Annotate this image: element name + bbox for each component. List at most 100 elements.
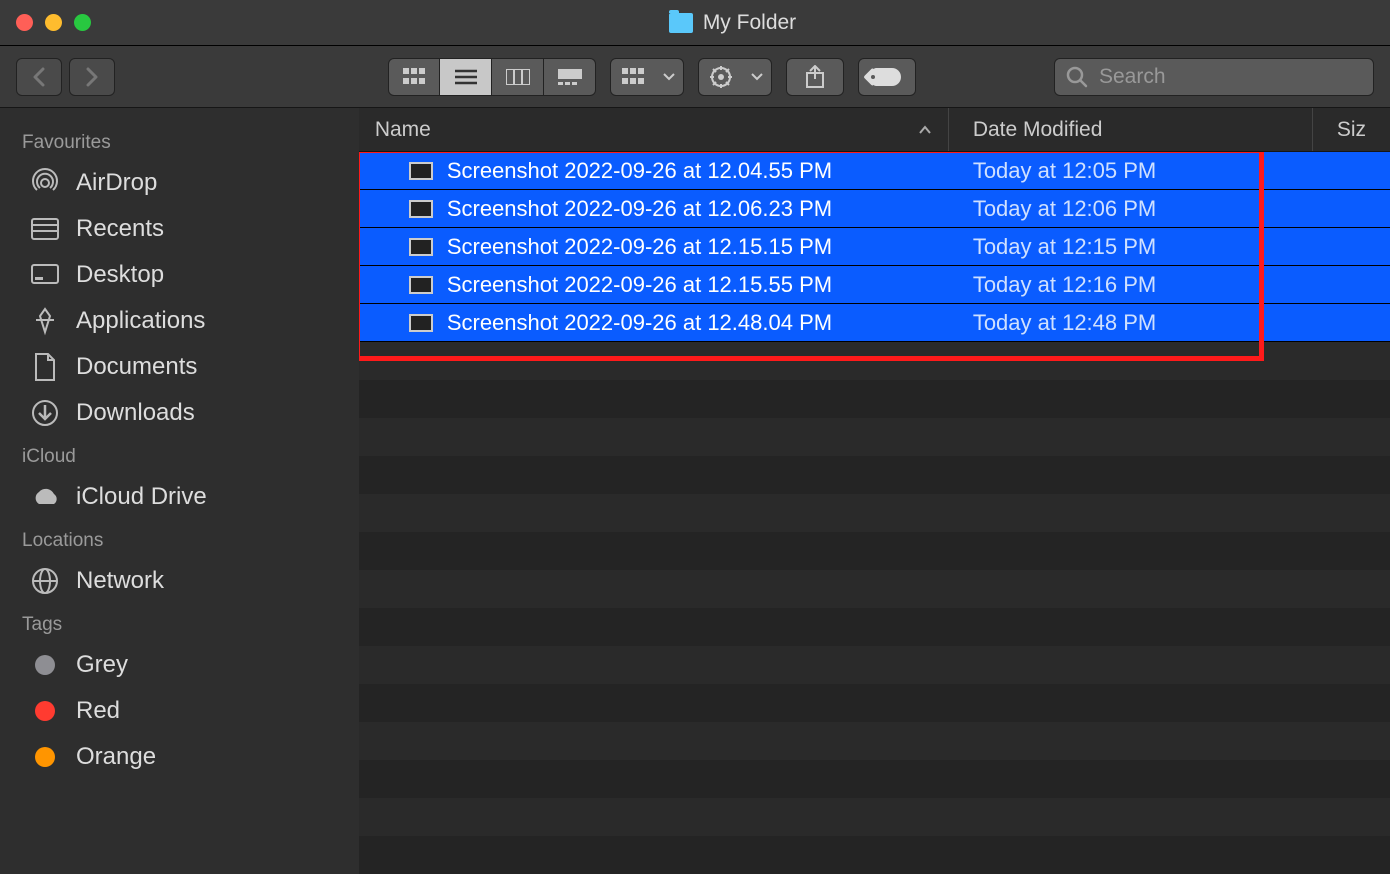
chevron-down-icon <box>743 59 771 95</box>
column-size-label: Siz <box>1337 118 1366 142</box>
file-name: Screenshot 2022-09-26 at 12.48.04 PM <box>447 310 832 336</box>
sidebar-item-recents[interactable]: Recents <box>0 206 359 252</box>
tag-icon <box>873 68 901 86</box>
file-row[interactable]: Screenshot 2022-09-26 at 12.48.04 PM Toda… <box>359 304 1390 342</box>
file-name: Screenshot 2022-09-26 at 12.06.23 PM <box>447 196 832 222</box>
column-headers: Name Date Modified Siz <box>359 108 1390 152</box>
back-button[interactable] <box>16 58 62 96</box>
sidebar-item-network[interactable]: Network <box>0 558 359 604</box>
file-date: Today at 12:16 PM <box>949 272 1313 298</box>
file-date: Today at 12:06 PM <box>949 196 1313 222</box>
empty-row <box>359 836 1390 874</box>
window-title: My Folder <box>703 11 796 35</box>
tag-dot-icon <box>30 742 60 772</box>
recents-icon <box>30 214 60 244</box>
sidebar-item-label: Recents <box>76 215 164 243</box>
downloads-icon <box>30 398 60 428</box>
file-row[interactable]: Screenshot 2022-09-26 at 12.04.55 PM Toda… <box>359 152 1390 190</box>
sidebar-item-applications[interactable]: Applications <box>0 298 359 344</box>
sidebar-item-desktop[interactable]: Desktop <box>0 252 359 298</box>
file-thumbnail-icon <box>409 314 433 332</box>
empty-row <box>359 608 1390 646</box>
sidebar-item-label: iCloud Drive <box>76 483 207 511</box>
sidebar-item-tag-orange[interactable]: Orange <box>0 734 359 780</box>
file-row[interactable]: Screenshot 2022-09-26 at 12.15.55 PM Toda… <box>359 266 1390 304</box>
window-controls <box>16 14 91 31</box>
empty-row <box>359 798 1390 836</box>
documents-icon <box>30 352 60 382</box>
airdrop-icon <box>30 168 60 198</box>
applications-icon <box>30 306 60 336</box>
nav-buttons <box>16 58 115 96</box>
file-date: Today at 12:05 PM <box>949 158 1313 184</box>
empty-row <box>359 570 1390 608</box>
chevron-down-icon <box>655 59 683 95</box>
sidebar-item-downloads[interactable]: Downloads <box>0 390 359 436</box>
sidebar: Favourites AirDrop Recents Desktop Appli… <box>0 108 359 874</box>
sort-ascending-icon <box>918 125 932 135</box>
gallery-view-button[interactable] <box>544 58 596 96</box>
empty-row <box>359 380 1390 418</box>
empty-row <box>359 456 1390 494</box>
toolbar <box>0 46 1390 108</box>
sidebar-item-airdrop[interactable]: AirDrop <box>0 160 359 206</box>
maximize-window-button[interactable] <box>74 14 91 31</box>
empty-row <box>359 684 1390 722</box>
sidebar-item-label: AirDrop <box>76 169 157 197</box>
sidebar-item-label: Documents <box>76 353 197 381</box>
file-row[interactable]: Screenshot 2022-09-26 at 12.15.15 PM Toda… <box>359 228 1390 266</box>
sidebar-item-tag-grey[interactable]: Grey <box>0 642 359 688</box>
search-field-wrap <box>1054 58 1374 96</box>
column-date-label: Date Modified <box>973 118 1103 142</box>
file-name: Screenshot 2022-09-26 at 12.04.55 PM <box>447 158 832 184</box>
sidebar-item-label: Orange <box>76 743 156 771</box>
file-thumbnail-icon <box>409 238 433 256</box>
sidebar-item-tag-red[interactable]: Red <box>0 688 359 734</box>
file-thumbnail-icon <box>409 276 433 294</box>
empty-row <box>359 722 1390 760</box>
file-name: Screenshot 2022-09-26 at 12.15.15 PM <box>447 234 832 260</box>
file-row[interactable]: Screenshot 2022-09-26 at 12.06.23 PM Toda… <box>359 190 1390 228</box>
action-button[interactable] <box>698 58 772 96</box>
tag-dot-icon <box>30 696 60 726</box>
file-date: Today at 12:15 PM <box>949 234 1313 260</box>
file-name: Screenshot 2022-09-26 at 12.15.55 PM <box>447 272 832 298</box>
minimize-window-button[interactable] <box>45 14 62 31</box>
sidebar-item-icloud-drive[interactable]: iCloud Drive <box>0 474 359 520</box>
sidebar-item-documents[interactable]: Documents <box>0 344 359 390</box>
sidebar-heading-tags: Tags <box>0 604 359 642</box>
search-input[interactable] <box>1054 58 1374 96</box>
file-area: Name Date Modified Siz Screenshot 2022-0… <box>359 108 1390 874</box>
share-button[interactable] <box>786 58 844 96</box>
sidebar-heading-locations: Locations <box>0 520 359 558</box>
file-thumbnail-icon <box>409 200 433 218</box>
column-date-modified[interactable]: Date Modified <box>949 108 1313 151</box>
close-window-button[interactable] <box>16 14 33 31</box>
column-view-button[interactable] <box>492 58 544 96</box>
sidebar-item-label: Network <box>76 567 164 595</box>
tags-button[interactable] <box>858 58 916 96</box>
column-name[interactable]: Name <box>359 108 949 151</box>
sidebar-item-label: Downloads <box>76 399 195 427</box>
icon-view-button[interactable] <box>388 58 440 96</box>
sidebar-item-label: Desktop <box>76 261 164 289</box>
forward-button[interactable] <box>69 58 115 96</box>
cloud-icon <box>30 482 60 512</box>
empty-row <box>359 418 1390 456</box>
arrange-button[interactable] <box>610 58 684 96</box>
column-size[interactable]: Siz <box>1313 108 1390 151</box>
view-mode-group <box>388 58 596 96</box>
list-view-button[interactable] <box>440 58 492 96</box>
tag-dot-icon <box>30 650 60 680</box>
file-thumbnail-icon <box>409 162 433 180</box>
sidebar-item-label: Red <box>76 697 120 725</box>
file-date: Today at 12:48 PM <box>949 310 1313 336</box>
empty-row <box>359 342 1390 380</box>
file-list: Screenshot 2022-09-26 at 12.04.55 PM Toda… <box>359 152 1390 342</box>
network-icon <box>30 566 60 596</box>
window-title-area: My Folder <box>91 11 1374 35</box>
folder-icon <box>669 13 693 33</box>
desktop-icon <box>30 260 60 290</box>
empty-row <box>359 494 1390 532</box>
empty-row <box>359 646 1390 684</box>
